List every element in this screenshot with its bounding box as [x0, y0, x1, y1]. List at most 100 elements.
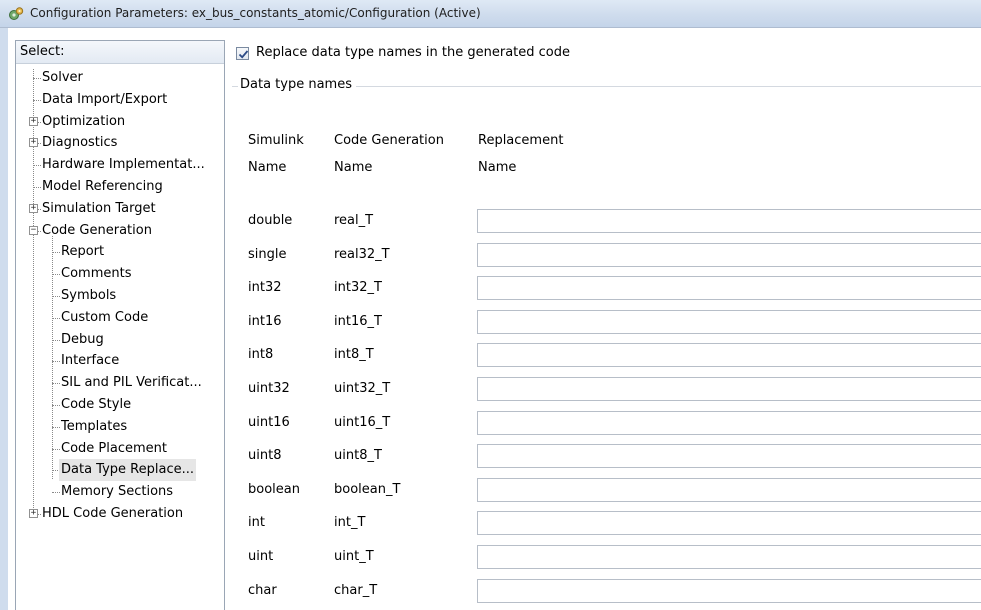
tree-item-templates[interactable]: Templates — [16, 416, 224, 438]
tree-item-label: Code Placement — [61, 440, 167, 456]
window-frame-left — [0, 28, 8, 610]
replace-names-checkbox[interactable] — [236, 47, 249, 60]
tree-item-report[interactable]: Report — [16, 241, 224, 263]
expand-icon[interactable]: + — [29, 509, 38, 518]
tree-item-interface[interactable]: Interface — [16, 350, 224, 372]
tree-item-label: Comments — [61, 266, 132, 282]
replacement-name-input[interactable] — [477, 511, 981, 536]
tree-item-model-referencing[interactable]: Model Referencing — [16, 176, 224, 198]
codegen-type-name: uint16_T — [334, 414, 391, 430]
codegen-type-name: char_T — [334, 582, 378, 598]
tree-item-label: Templates — [61, 418, 128, 434]
config-tree-panel[interactable]: Select: Solver Data Import/Export + Optimiz… — [15, 40, 225, 610]
simulink-type-name: int16 — [248, 313, 282, 329]
tree-item-optimization[interactable]: + Optimization — [16, 111, 224, 133]
codegen-type-name: boolean_T — [334, 481, 401, 497]
tree-item-comments[interactable]: Comments — [16, 263, 224, 285]
simulink-type-name: uint — [248, 549, 274, 564]
tree-item-code-placement[interactable]: Code Placement — [16, 438, 224, 460]
tree-connector — [52, 317, 60, 319]
simulink-config-icon — [9, 7, 24, 20]
simulink-type-name: uint16 — [248, 414, 290, 430]
tree-item-label: Custom Code — [61, 309, 149, 325]
data-type-replacement-pane: Replace data type names in the generated… — [230, 40, 981, 610]
tree-item-symbols[interactable]: Symbols — [16, 285, 224, 307]
tree-connector — [52, 361, 60, 363]
title-bar[interactable]: Configuration Parameters: ex_bus_constan… — [0, 0, 981, 28]
checkmark-icon — [238, 50, 249, 59]
simulink-type-name: double — [248, 213, 293, 228]
tree-connector — [52, 492, 60, 494]
simulink-type-name: int32 — [248, 280, 282, 296]
tree-item-simulation-target[interactable]: + Simulation Target — [16, 198, 224, 220]
replacement-name-input[interactable] — [477, 377, 981, 401]
tree-item-label: Data Import/Export — [42, 91, 168, 107]
replacement-name-input[interactable] — [477, 578, 981, 603]
tree-header: Select: — [16, 41, 224, 64]
tree-connector — [33, 78, 41, 79]
replacement-name-input[interactable] — [477, 410, 981, 435]
codegen-type-name: int8_T — [334, 347, 374, 363]
header-simulink: Simulink — [248, 133, 304, 148]
tree-item-code-generation[interactable]: − Code Generation — [16, 220, 224, 242]
simulink-type-name: int8 — [248, 347, 274, 363]
replacement-name-input[interactable] — [477, 545, 981, 569]
tree-item-label: Symbols — [61, 288, 117, 303]
tree-connector — [52, 426, 60, 428]
simulink-type-name: uint32 — [248, 381, 290, 396]
codegen-type-name: int16_T — [334, 313, 382, 329]
tree-item-label: Solver — [42, 70, 83, 85]
tree-item-data-type-replace[interactable]: Data Type Replace... — [16, 459, 224, 482]
replacement-name-input[interactable] — [477, 309, 981, 334]
expand-icon[interactable]: + — [29, 138, 38, 148]
tree-item-label: Memory Sections — [61, 484, 174, 500]
tree-item-code-style[interactable]: Code Style — [16, 394, 224, 416]
replacement-name-input[interactable] — [477, 209, 981, 233]
tree-connector — [52, 383, 60, 385]
tree-item-solver[interactable]: Solver — [16, 67, 224, 89]
tree-connector — [52, 448, 60, 450]
tree-item-label: Simulation Target — [42, 200, 156, 216]
header-replacement: Replacement — [478, 133, 564, 148]
tree-item-hdl-code-generation[interactable]: + HDL Code Generation — [16, 503, 224, 525]
tree-item-label: Code Generation — [42, 222, 152, 238]
tree-item-label: Hardware Implementat... — [42, 157, 205, 173]
tree-connector — [52, 274, 60, 276]
tree-item-data-import-export[interactable]: Data Import/Export — [16, 89, 224, 111]
tree-connector — [52, 296, 60, 297]
tree-item-label: Debug — [61, 331, 104, 347]
codegen-type-name: real32_T — [334, 246, 390, 262]
tree-connector — [52, 339, 60, 341]
tree-connector — [52, 405, 60, 406]
codegen-type-name: uint8_T — [334, 448, 382, 464]
collapse-icon[interactable]: − — [29, 225, 38, 235]
tree-item-debug[interactable]: Debug — [16, 329, 224, 351]
simulink-type-name: uint8 — [248, 448, 282, 464]
tree-item-custom-code[interactable]: Custom Code — [16, 307, 224, 329]
replacement-name-input[interactable] — [477, 276, 981, 301]
tree-item-label: SIL and PIL Verificat... — [61, 375, 202, 391]
replacement-name-input[interactable] — [477, 444, 981, 469]
header-simulink-sub: Name — [248, 160, 287, 175]
replacement-name-input[interactable] — [477, 343, 981, 368]
simulink-type-name: boolean — [248, 481, 300, 497]
replacement-name-input[interactable] — [477, 477, 981, 502]
expand-icon[interactable]: + — [29, 116, 38, 126]
window-title: Configuration Parameters: ex_bus_constan… — [30, 6, 481, 20]
header-replacement-sub: Name — [478, 160, 517, 175]
expand-icon[interactable]: + — [29, 203, 38, 213]
simulink-type-name: single — [248, 246, 287, 262]
tree-item-diagnostics[interactable]: + Diagnostics — [16, 132, 224, 154]
header-codegen: Code Generation — [334, 133, 444, 148]
header-codegen-sub: Name — [334, 160, 373, 175]
tree-item-label: Report — [61, 244, 105, 260]
replace-names-label: Replace data type names in the generated… — [256, 45, 570, 60]
tree-item-hardware-implementat[interactable]: Hardware Implementat... — [16, 154, 224, 176]
tree-item-sil-and-pil-verificat[interactable]: SIL and PIL Verificat... — [16, 372, 224, 394]
replacement-name-input[interactable] — [477, 242, 981, 267]
tree-item-memory-sections[interactable]: Memory Sections — [16, 481, 224, 503]
codegen-type-name: uint_T — [334, 549, 374, 564]
codegen-type-name: uint32_T — [334, 381, 391, 396]
tree-item-label: Model Referencing — [42, 179, 163, 194]
tree-item-label: HDL Code Generation — [42, 506, 184, 521]
